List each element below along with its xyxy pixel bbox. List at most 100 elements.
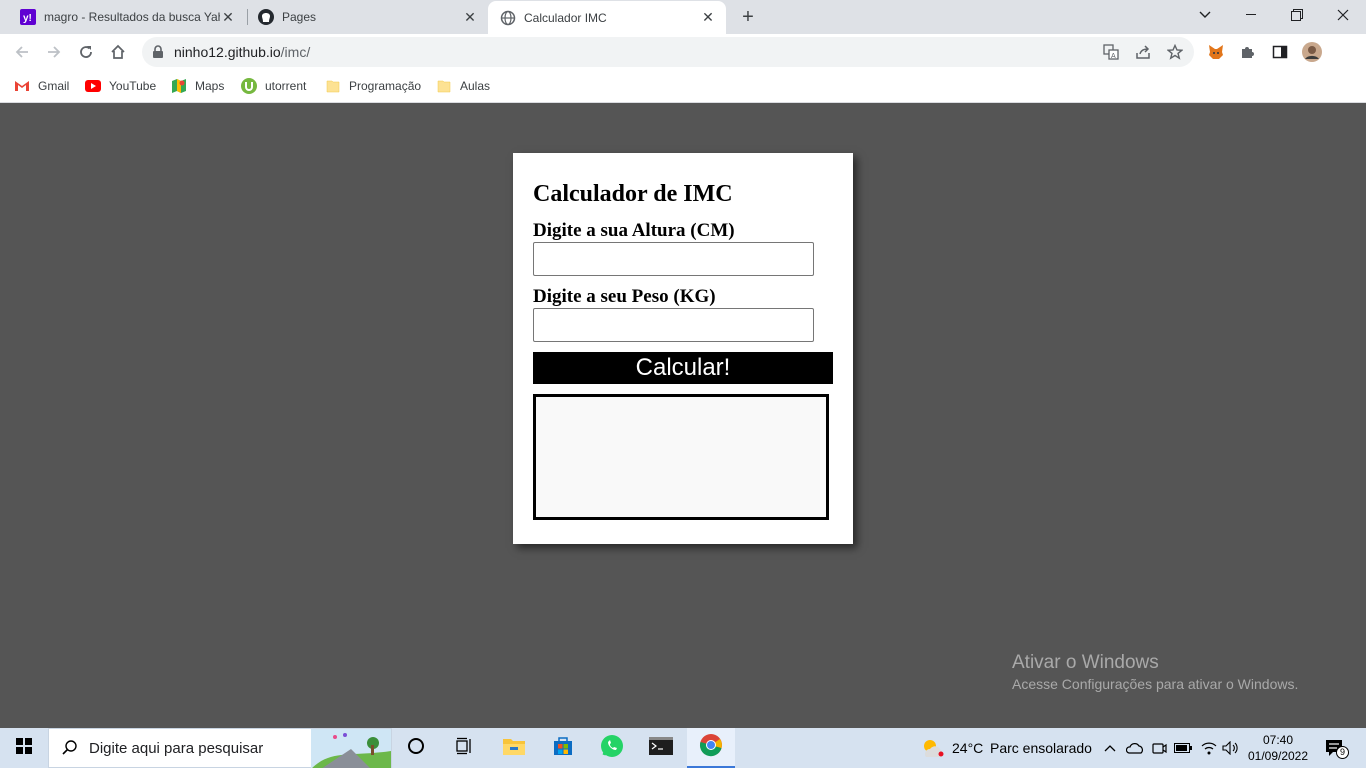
meet-now-icon[interactable] <box>1148 728 1170 768</box>
gmail-icon <box>14 78 30 94</box>
onedrive-cloud-icon[interactable] <box>1124 728 1146 768</box>
notification-icon: 9 <box>1325 739 1349 759</box>
calculate-button[interactable]: Calcular! <box>533 352 833 384</box>
bookmarks-bar: Gmail YouTube Maps utorrent Programação … <box>0 70 1366 103</box>
windows-activation-watermark: Ativar o Windows Acesse Configurações pa… <box>1012 652 1298 692</box>
bookmark-folder-aulas[interactable]: Aulas <box>436 76 490 96</box>
new-tab-button[interactable]: + <box>736 6 760 28</box>
url-text: ninho12.github.io/imc/ <box>174 44 310 60</box>
home-button[interactable] <box>104 38 132 66</box>
github-icon <box>258 9 274 25</box>
svg-text:y!: y! <box>23 13 32 24</box>
reload-button[interactable] <box>72 38 100 66</box>
tab-title: Calculador IMC <box>524 10 607 25</box>
side-panel-icon[interactable] <box>1270 42 1290 62</box>
notification-center-button[interactable]: 9 <box>1320 728 1350 768</box>
tab-yahoo-search[interactable]: y! magro - Resultados da busca Yah ✕ <box>0 0 246 34</box>
battery-icon[interactable] <box>1172 728 1194 768</box>
close-tab-icon[interactable]: ✕ <box>462 9 478 25</box>
chrome-icon <box>699 733 723 762</box>
bookmark-label: YouTube <box>109 79 157 93</box>
bookmark-label: utorrent <box>265 79 307 93</box>
page-content: Calculador de IMC Digite a sua Altura (C… <box>0 103 1366 728</box>
windows-logo-icon <box>16 737 32 759</box>
watermark-title: Ativar o Windows <box>1012 652 1159 673</box>
height-input[interactable] <box>533 242 814 276</box>
weather-description[interactable]: Parc ensolarado <box>990 740 1092 756</box>
task-view-icon <box>455 737 473 760</box>
close-tab-icon[interactable]: ✕ <box>700 9 716 26</box>
taskbar-whatsapp[interactable] <box>588 728 636 768</box>
taskbar-terminal[interactable] <box>637 728 685 768</box>
yahoo-icon: y! <box>20 9 36 25</box>
weight-input[interactable] <box>533 308 814 342</box>
bookmark-label: Gmail <box>38 79 70 93</box>
clock-date: 01/09/2022 <box>1247 749 1309 763</box>
weather-temperature[interactable]: 24°C <box>952 740 983 756</box>
bookmark-utorrent[interactable]: utorrent <box>241 76 306 96</box>
metamask-extension-icon[interactable] <box>1206 42 1226 62</box>
taskbar-file-explorer[interactable] <box>490 728 538 768</box>
bookmark-youtube[interactable]: YouTube <box>85 76 156 96</box>
search-highlight-illustration-icon <box>311 729 391 768</box>
weight-label: Digite a seu Peso (KG) <box>533 286 716 307</box>
bookmark-gmail[interactable]: Gmail <box>14 76 69 96</box>
microsoft-store-icon <box>552 735 574 762</box>
tab-title: magro - Resultados da busca Yah <box>44 10 220 24</box>
cortana-button[interactable] <box>392 728 440 768</box>
search-icon <box>61 739 79 757</box>
browser-tab-strip: y! magro - Resultados da busca Yah ✕ Pag… <box>0 0 1366 34</box>
globe-icon <box>500 10 516 26</box>
result-box <box>533 394 829 520</box>
youtube-icon <box>85 78 101 94</box>
folder-icon <box>436 78 452 94</box>
tab-pages[interactable]: Pages ✕ <box>238 0 488 34</box>
bookmark-label: Aulas <box>460 79 491 93</box>
weather-icon[interactable] <box>918 728 946 768</box>
page-title: Calculador de IMC <box>533 181 733 207</box>
notification-count-badge: 9 <box>1336 746 1349 759</box>
lock-icon[interactable] <box>152 45 164 64</box>
taskbar-microsoft-store[interactable] <box>539 728 587 768</box>
bookmark-label: Programação <box>349 79 422 93</box>
translate-icon[interactable]: A <box>1102 43 1120 61</box>
back-button[interactable] <box>8 38 36 66</box>
task-view-button[interactable] <box>440 728 488 768</box>
show-hidden-icons-chevron-icon[interactable] <box>1100 728 1120 768</box>
maps-icon <box>171 78 187 94</box>
taskbar-clock[interactable]: 07:40 01/09/2022 <box>1246 732 1310 764</box>
share-icon[interactable] <box>1134 43 1152 61</box>
volume-icon[interactable] <box>1220 728 1242 768</box>
wifi-icon[interactable] <box>1198 728 1220 768</box>
bookmark-folder-programacao[interactable]: Programação <box>325 76 421 96</box>
close-window-button[interactable] <box>1320 0 1366 30</box>
tab-title: Pages <box>282 10 317 24</box>
bookmark-maps[interactable]: Maps <box>171 76 224 96</box>
url-host: ninho12.github.io <box>174 44 281 60</box>
cortana-circle-icon <box>407 737 425 760</box>
tab-search-chevron-icon[interactable] <box>1182 0 1228 30</box>
taskbar-search-box[interactable]: Digite aqui para pesquisar <box>48 728 392 768</box>
watermark-subtitle: Acesse Configurações para ativar o Windo… <box>1012 676 1299 692</box>
tab-calculador-imc[interactable]: Calculador IMC ✕ <box>488 1 726 34</box>
bookmark-star-icon[interactable] <box>1166 43 1184 61</box>
bookmark-label: Maps <box>195 79 225 93</box>
forward-button[interactable] <box>40 38 68 66</box>
restore-button[interactable] <box>1274 0 1320 30</box>
imc-calculator-card: Calculador de IMC Digite a sua Altura (C… <box>513 153 853 544</box>
folder-icon <box>325 78 341 94</box>
browser-toolbar: ninho12.github.io/imc/ A <box>0 34 1366 70</box>
svg-text:A: A <box>1111 53 1116 60</box>
search-placeholder: Digite aqui para pesquisar <box>89 739 264 757</box>
close-tab-icon[interactable]: ✕ <box>220 9 236 25</box>
windows-taskbar: Digite aqui para pesquisar 24°C Parc ens… <box>0 728 1366 768</box>
start-button[interactable] <box>0 728 48 768</box>
address-bar[interactable]: ninho12.github.io/imc/ A <box>142 37 1194 67</box>
profile-avatar[interactable] <box>1302 42 1322 62</box>
extensions-puzzle-icon[interactable] <box>1238 42 1258 62</box>
file-explorer-icon <box>502 736 526 761</box>
url-path: /imc/ <box>280 44 311 60</box>
utorrent-icon <box>241 78 257 94</box>
taskbar-chrome[interactable] <box>687 728 735 768</box>
minimize-button[interactable] <box>1228 0 1274 30</box>
